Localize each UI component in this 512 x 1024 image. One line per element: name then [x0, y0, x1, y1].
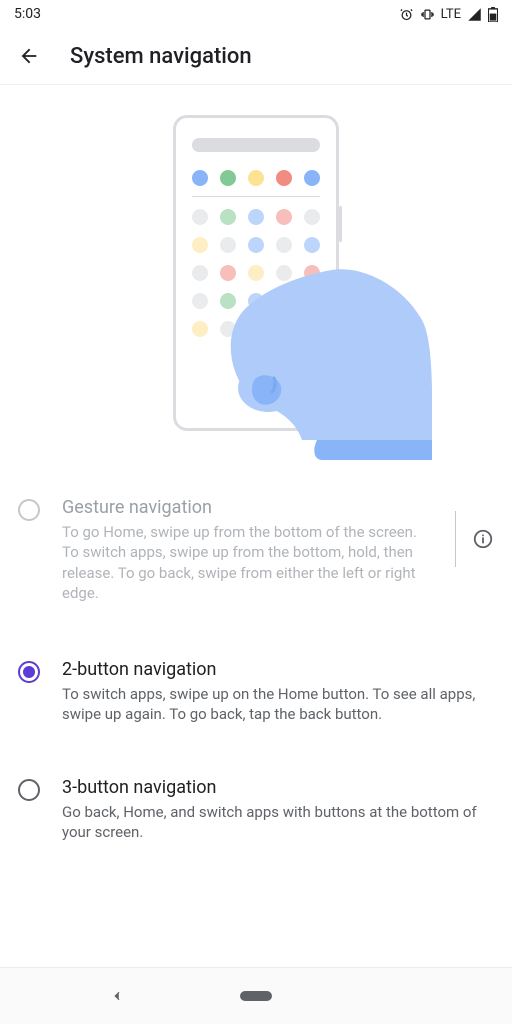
option-2-button-navigation[interactable]: 2-button navigation To switch apps, swip… — [0, 647, 512, 743]
status-time: 5:03 — [14, 6, 41, 22]
app-bar: System navigation — [0, 28, 512, 84]
back-button[interactable] — [18, 45, 40, 67]
radio-2button[interactable] — [18, 661, 40, 683]
radio-gesture[interactable] — [18, 499, 40, 521]
status-bar: 5:03 LTE — [0, 0, 512, 28]
hand-icon — [172, 260, 432, 460]
options-list: Gesture navigation To go Home, swipe up … — [0, 485, 512, 860]
nav-home-button[interactable] — [240, 991, 272, 1001]
option-desc: To switch apps, swipe up on the Home but… — [62, 684, 494, 725]
page-title: System navigation — [70, 44, 252, 69]
option-title: 2-button navigation — [62, 659, 494, 680]
battery-icon — [488, 7, 498, 22]
option-title: Gesture navigation — [62, 497, 425, 518]
status-icons: LTE — [399, 7, 498, 22]
radio-3button[interactable] — [18, 779, 40, 801]
option-3-button-navigation[interactable]: 3-button navigation Go back, Home, and s… — [0, 765, 512, 861]
network-label: LTE — [441, 7, 461, 22]
alarm-icon — [399, 7, 414, 22]
phone-illustration — [173, 115, 339, 431]
option-desc: To go Home, swipe up from the bottom of … — [62, 522, 425, 603]
info-icon[interactable] — [472, 528, 494, 550]
signal-icon — [467, 7, 482, 22]
illustration — [0, 85, 512, 431]
system-navbar — [0, 968, 512, 1024]
separator — [455, 511, 456, 567]
option-gesture-navigation[interactable]: Gesture navigation To go Home, swipe up … — [0, 485, 512, 621]
option-desc: Go back, Home, and switch apps with butt… — [62, 802, 494, 843]
vibrate-icon — [420, 7, 435, 22]
nav-back-button[interactable] — [110, 989, 124, 1003]
option-title: 3-button navigation — [62, 777, 494, 798]
